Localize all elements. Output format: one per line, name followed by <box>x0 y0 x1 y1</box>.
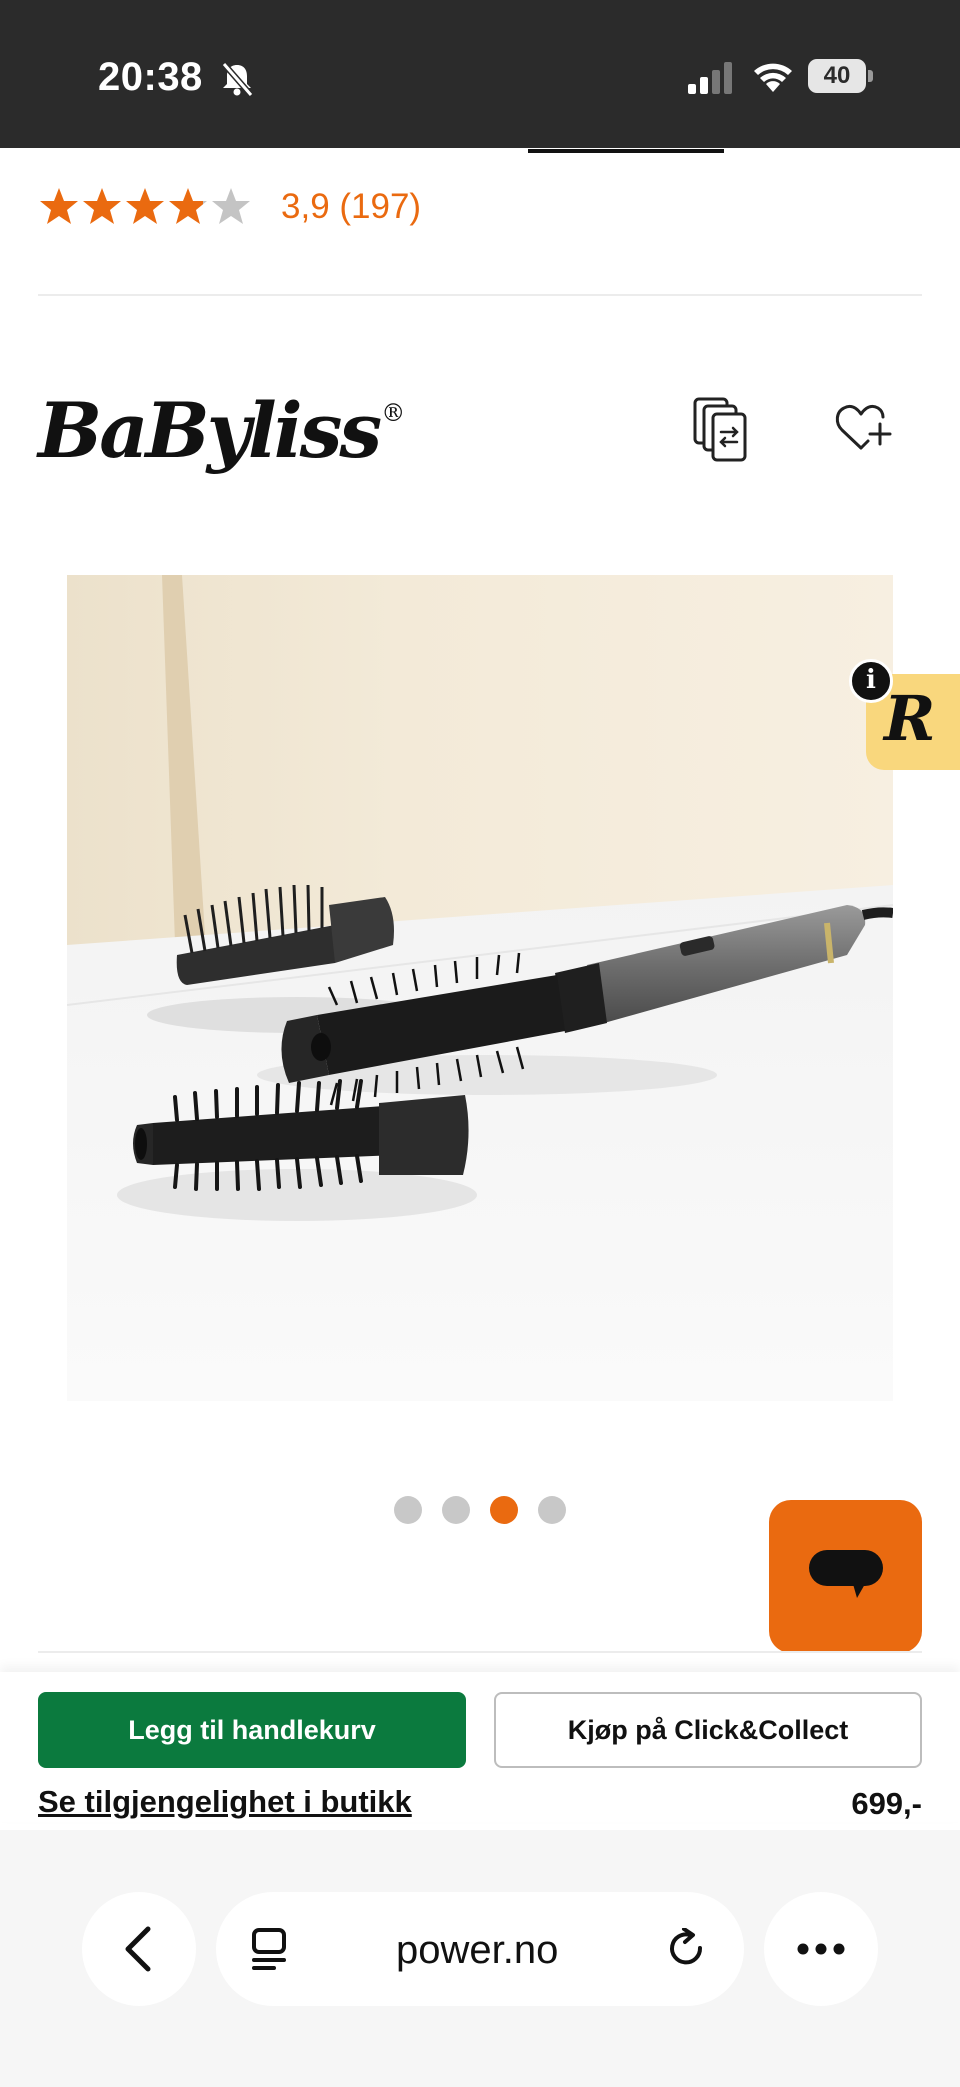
more-dots-icon <box>797 1943 845 1955</box>
status-bar: 20:38 40 <box>0 0 960 148</box>
star-icon <box>212 188 250 224</box>
star-icon <box>83 188 121 224</box>
carousel-dot[interactable] <box>394 1496 422 1524</box>
divider <box>38 1651 922 1653</box>
reader-mode-icon[interactable] <box>250 1928 290 1970</box>
brand-logo[interactable]: BaByliss® <box>38 386 405 475</box>
wifi-icon <box>754 63 792 92</box>
rating-stars <box>38 186 253 228</box>
carousel-dot[interactable] <box>490 1496 518 1524</box>
product-image[interactable] <box>67 575 893 1401</box>
carousel-dots <box>394 1496 586 1524</box>
carousel-dot[interactable] <box>538 1496 566 1524</box>
add-to-wishlist-icon[interactable] <box>834 402 892 454</box>
battery-icon: 40 <box>808 59 874 93</box>
more-button[interactable] <box>764 1892 878 2006</box>
compare-icon[interactable] <box>692 396 750 464</box>
brand-name: BaByliss <box>38 386 382 475</box>
star-icon <box>40 188 78 224</box>
chat-bubble-icon <box>809 1550 883 1598</box>
registered-mark: ® <box>381 399 406 427</box>
star-icon <box>169 188 207 224</box>
click-collect-button[interactable]: Kjøp på Click&Collect <box>494 1692 922 1768</box>
cell-signal-icon <box>688 62 732 94</box>
star-icon <box>126 188 164 224</box>
carousel-dot[interactable] <box>442 1496 470 1524</box>
previous-link-underline <box>528 149 724 153</box>
rating-summary[interactable]: 3,9 (197) <box>281 187 421 227</box>
info-icon[interactable]: i <box>849 659 893 703</box>
product-rating[interactable]: 3,9 (197) <box>38 186 421 228</box>
url-text[interactable]: power.no <box>396 1928 558 1973</box>
bell-muted-icon <box>221 62 254 97</box>
battery-level: 40 <box>808 59 866 93</box>
reload-icon[interactable] <box>666 1928 708 1970</box>
chevron-left-icon <box>125 1926 151 1972</box>
status-time: 20:38 <box>98 55 203 99</box>
store-availability-link[interactable]: Se tilgjengelighet i butikk <box>38 1784 412 1820</box>
r-badge-label: R <box>884 682 936 755</box>
add-to-cart-button[interactable]: Legg til handlekurv <box>38 1692 466 1768</box>
product-price: 699,- <box>851 1786 922 1821</box>
chat-button[interactable] <box>769 1500 922 1653</box>
divider <box>38 294 922 296</box>
back-button[interactable] <box>82 1892 196 2006</box>
